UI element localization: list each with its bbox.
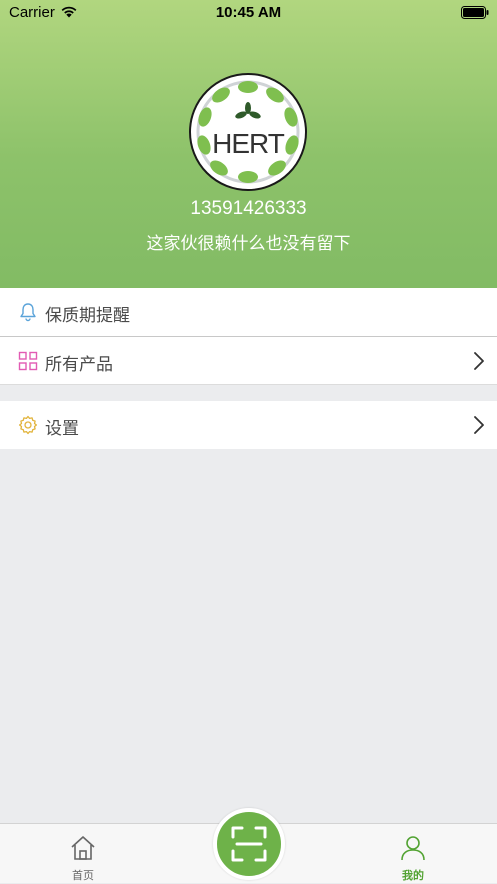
tab-home[interactable]: 首页 <box>43 824 123 884</box>
menu-item-label: 所有产品 <box>45 355 113 375</box>
user-phone: 13591426333 <box>190 198 307 219</box>
avatar[interactable]: HERT <box>189 73 307 191</box>
menu-item-label: 保质期提醒 <box>45 306 130 326</box>
menu-item-settings[interactable]: 设置 <box>0 401 497 449</box>
user-icon <box>401 836 425 861</box>
chevron-right-icon <box>474 416 484 434</box>
tab-mine[interactable]: 我的 <box>373 824 453 884</box>
battery-icon <box>461 6 489 19</box>
tab-mine-label: 我的 <box>402 869 424 882</box>
scan-icon <box>231 826 267 862</box>
scan-button[interactable] <box>213 808 285 880</box>
menu-item-expiry-reminder[interactable]: 保质期提醒 <box>0 288 497 337</box>
profile-header: Carrier 10:45 AM HERT 13591426333 这家伙很赖什… <box>0 0 497 288</box>
status-bar: Carrier 10:45 AM <box>0 0 497 26</box>
clock: 10:45 AM <box>215 4 282 21</box>
avatar-logo-text: HERT <box>212 128 285 159</box>
menu-item-all-products[interactable]: 所有产品 <box>0 337 497 385</box>
tab-home-label: 首页 <box>72 869 94 882</box>
chevron-right-icon <box>474 352 484 370</box>
bell-icon <box>20 303 36 322</box>
menu-item-label: 设置 <box>45 419 79 439</box>
home-icon <box>71 836 95 860</box>
gear-icon <box>18 415 38 435</box>
grid-icon <box>18 351 38 371</box>
user-bio: 这家伙很赖什么也没有留下 <box>146 234 351 254</box>
